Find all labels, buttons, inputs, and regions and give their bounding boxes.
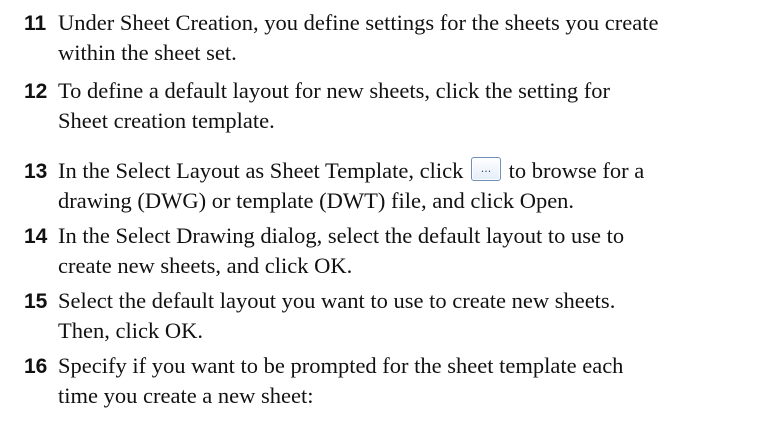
step-12: 12 To define a default layout for new she… — [24, 76, 610, 135]
step-text-line1: In the Select Drawing dialog, select the… — [58, 223, 625, 248]
step-15: 15 Select the default layout you want to … — [24, 286, 615, 345]
step-text-line1: Select the default layout you want to us… — [58, 288, 616, 313]
browse-ellipsis-icon: ... — [471, 157, 501, 181]
step-11: 11 Under Sheet Creation, you define setti… — [24, 8, 658, 67]
step-text-line1: Specify if you want to be prompted for t… — [58, 353, 624, 378]
ellipsis-glyph: ... — [480, 162, 492, 175]
step-number: 12 — [24, 80, 48, 103]
step-text-line2: time you create a new sheet: — [58, 383, 314, 408]
step-text-line2: create new sheets, and click OK. — [58, 253, 353, 278]
step-number: 15 — [24, 290, 48, 313]
step-text-line2: Sheet creation template. — [58, 108, 275, 133]
step-number: 14 — [24, 225, 48, 248]
step-number: 13 — [24, 160, 48, 183]
step-number: 16 — [24, 355, 48, 378]
step-text-line1: Under Sheet Creation, you define setting… — [58, 10, 659, 35]
step-text-line2: Then, click OK. — [58, 318, 203, 343]
step-text-line1-before-icon: In the Select Layout as Sheet Template, … — [58, 158, 464, 183]
step-text-line2: drawing (DWG) or template (DWT) file, an… — [58, 188, 575, 213]
step-text-line2: within the sheet set. — [58, 40, 237, 65]
step-number: 11 — [24, 12, 47, 35]
step-16: 16 Specify if you want to be prompted for… — [24, 351, 623, 410]
step-text-line1: To define a default layout for new sheet… — [58, 78, 610, 103]
step-text-line1-after-icon: to browse for a — [508, 158, 645, 183]
step-13: 13 In the Select Layout as Sheet Template… — [24, 156, 644, 215]
step-14: 14 In the Select Drawing dialog, select t… — [24, 221, 624, 280]
